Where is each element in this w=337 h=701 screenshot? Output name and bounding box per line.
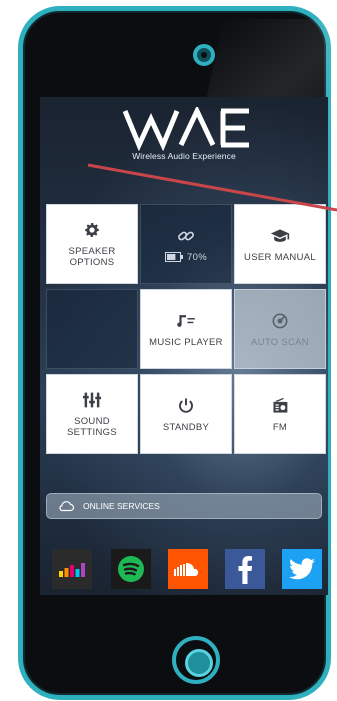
auto-scan-label: AUTO SCAN [251,336,309,348]
twitter-icon[interactable] [282,549,322,589]
radio-icon [269,396,291,416]
auto-scan-tile[interactable]: AUTO SCAN [234,289,326,369]
equalizer-icon [81,390,103,410]
soundcloud-icon[interactable] [168,549,208,589]
front-camera [193,44,215,66]
deezer-icon[interactable] [52,549,92,589]
fm-label: FM [272,421,288,433]
app-screen: Wireless Audio Experience SPEAKER OPTION… [40,97,328,595]
home-button[interactable] [172,636,220,684]
battery-icon [165,252,184,262]
standby-label: STANDBY [162,421,210,433]
chain-link-icon [175,226,197,246]
music-player-label: MUSIC PLAYER [149,336,223,348]
power-icon [175,396,197,416]
speaker-options-tile[interactable]: SPEAKER OPTIONS [46,204,138,284]
tagline: Wireless Audio Experience [132,151,236,161]
empty-tile [46,289,138,369]
fm-tile[interactable]: FM [234,374,326,454]
speaker-options-label: SPEAKER OPTIONS [68,246,116,268]
graduation-cap-icon [269,226,291,246]
battery-tile: 70% [140,204,232,284]
battery-percent: 70% [187,251,207,263]
user-manual-tile[interactable]: USER MANUAL [234,204,326,284]
gear-icon [81,220,103,240]
online-services-label: ONLINE SERVICES [83,501,160,511]
scan-icon [269,311,291,331]
spotify-icon[interactable] [111,549,151,589]
music-player-tile[interactable]: MUSIC PLAYER [140,289,232,369]
user-manual-label: USER MANUAL [244,251,316,263]
wae-logo [123,107,249,151]
battery-status: 70% [165,252,207,263]
sound-settings-tile[interactable]: SOUND SETTINGS [46,374,138,454]
music-note-icon [175,311,197,331]
standby-tile[interactable]: STANDBY [140,374,232,454]
online-services-bar[interactable]: ONLINE SERVICES [46,493,322,519]
facebook-icon[interactable] [225,549,265,589]
sound-settings-label: SOUND SETTINGS [67,416,117,438]
cloud-icon [59,501,75,512]
